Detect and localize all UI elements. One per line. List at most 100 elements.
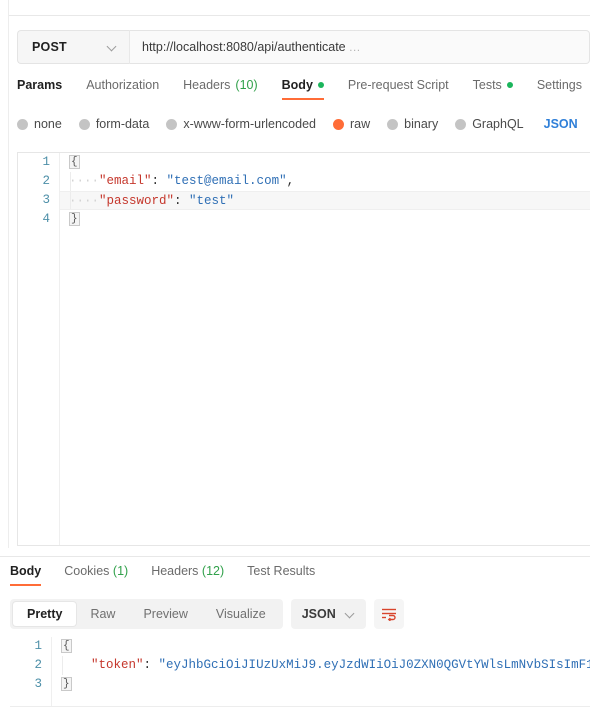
response-tab-cookies[interactable]: Cookies (1) (64, 564, 128, 586)
code-line: { (52, 637, 590, 656)
line-number: 1 (34, 639, 42, 653)
json-value-token: "eyJhbGciOiJIUzUxMiJ9.eyJzdWIiOiJ0ZXN0QG… (158, 658, 590, 672)
json-key: "token" (91, 658, 144, 672)
tab-headers[interactable]: Headers (10) (183, 78, 270, 100)
tab-authorization[interactable]: Authorization (86, 78, 172, 100)
indent-guide (70, 172, 71, 191)
radio-icon-binary (387, 118, 399, 130)
http-method-label: POST (32, 40, 67, 54)
json-colon: : (151, 174, 167, 188)
word-wrap-icon (381, 608, 396, 621)
line-number: 3 (42, 193, 50, 207)
response-tab-cookies-label: Cookies (64, 564, 110, 578)
line-number: 2 (42, 174, 50, 188)
response-gutter: 1 2 3 (10, 637, 52, 707)
response-format-selector[interactable]: JSON (290, 599, 366, 629)
chevron-down-icon (107, 42, 117, 52)
tab-body-label: Body (281, 78, 313, 92)
body-modified-dot-icon (317, 82, 324, 88)
radio-icon-urlencoded (166, 118, 178, 130)
http-method-selector[interactable]: POST (17, 30, 129, 64)
radio-icon-raw-selected (333, 118, 344, 130)
response-tab-body-label: Body (10, 564, 42, 578)
bottom-divider (10, 706, 590, 707)
tab-pre-request-script[interactable]: Pre-request Script (348, 78, 462, 100)
response-tab-body[interactable]: Body (10, 564, 42, 586)
radio-icon-graphql (455, 118, 467, 130)
chevron-down-icon (345, 609, 355, 619)
active-response-tab-underline (10, 584, 42, 586)
indent-dots: ···· (69, 194, 100, 208)
body-type-binary-label: binary (404, 117, 439, 131)
body-type-raw[interactable]: raw (333, 117, 370, 131)
line-number: 3 (34, 677, 42, 691)
request-body-editor[interactable]: 1 2 3 4 { ····"email": "test@email.com",… (17, 152, 590, 546)
body-type-raw-label: raw (350, 117, 371, 131)
response-body-viewer[interactable]: 1 2 3 { "token": "eyJhbGciOiJIUzUxMiJ9.e… (10, 637, 590, 707)
word-wrap-toggle[interactable] (373, 599, 404, 629)
body-type-urlencoded[interactable]: x-www-form-urlencoded (166, 117, 316, 131)
tab-headers-label: Headers (183, 78, 231, 92)
raw-format-selector[interactable]: JSON (544, 117, 578, 131)
code-line: { (60, 153, 590, 172)
tests-modified-dot-icon (506, 82, 513, 88)
tab-params[interactable]: Params (17, 78, 75, 100)
body-type-graphql-label: GraphQL (472, 117, 524, 131)
view-mode-preview[interactable]: Preview (129, 602, 201, 626)
fold-marker-close[interactable]: } (61, 677, 72, 691)
body-type-graphql[interactable]: GraphQL (455, 117, 524, 131)
url-text: http://localhost:8080/api/authenticate (142, 40, 346, 54)
tab-body[interactable]: Body (281, 78, 337, 100)
request-editor-gutter: 1 2 3 4 (18, 153, 60, 545)
active-tab-underline (281, 98, 324, 100)
body-type-none-label: none (34, 117, 62, 131)
tab-settings[interactable]: Settings (537, 78, 590, 100)
response-format-label: JSON (301, 607, 336, 621)
indent-dots: ···· (69, 174, 100, 188)
json-colon: : (174, 194, 190, 208)
radio-icon-form-data (78, 118, 90, 130)
response-toolbar: Pretty Raw Preview Visualize JSON (10, 599, 590, 629)
indent-guide (62, 656, 63, 675)
fold-marker-open[interactable]: { (69, 155, 80, 169)
response-tab-test-results[interactable]: Test Results (247, 564, 315, 586)
line-number: 4 (42, 212, 50, 226)
response-code: { "token": "eyJhbGciOiJIUzUxMiJ9.eyJzdWI… (52, 637, 590, 707)
response-view-mode-group: Pretty Raw Preview Visualize (10, 599, 283, 629)
json-value: "test" (189, 194, 235, 208)
body-type-form-data-label: form-data (95, 117, 150, 131)
body-type-binary[interactable]: binary (387, 117, 438, 131)
indent-guide (70, 192, 71, 209)
fold-marker-open[interactable]: { (61, 639, 72, 653)
code-line: } (60, 210, 590, 229)
view-mode-visualize[interactable]: Visualize (202, 602, 280, 626)
code-line: "token": "eyJhbGciOiJIUzUxMiJ9.eyJzdWIiO… (52, 656, 590, 675)
request-editor-code[interactable]: { ····"email": "test@email.com", ····"pa… (60, 153, 590, 545)
top-divider (8, 15, 590, 16)
tab-pre-request-script-label: Pre-request Script (347, 78, 449, 92)
body-type-urlencoded-label: x-www-form-urlencoded (183, 117, 316, 131)
view-mode-pretty[interactable]: Pretty (13, 602, 77, 626)
request-tabs: Params Authorization Headers (10) Body P… (17, 78, 590, 104)
response-tab-headers[interactable]: Headers (12) (151, 564, 224, 586)
url-bar: POST http://localhost:8080/api/authentic… (17, 30, 590, 64)
tab-authorization-label: Authorization (86, 78, 160, 92)
fold-marker-close[interactable]: } (69, 212, 80, 226)
json-key: "password" (99, 194, 175, 208)
body-type-none[interactable]: none (17, 117, 62, 131)
radio-icon-none (17, 118, 28, 130)
tab-tests[interactable]: Tests (473, 78, 526, 100)
code-line-active: ····"password": "test" (60, 191, 590, 210)
body-type-options: none form-data x-www-form-urlencoded raw… (17, 112, 590, 136)
line-number: 2 (34, 658, 42, 672)
panel-divider[interactable] (0, 556, 590, 557)
json-colon: : (143, 658, 159, 672)
view-mode-raw[interactable]: Raw (76, 602, 129, 626)
tab-settings-label: Settings (536, 78, 582, 92)
json-key: "email" (99, 174, 152, 188)
body-type-form-data[interactable]: form-data (78, 117, 150, 131)
code-line: ····"email": "test@email.com", (60, 172, 590, 191)
line-number: 1 (42, 155, 50, 169)
url-overflow-ellipsis: … (348, 40, 361, 54)
url-input[interactable]: http://localhost:8080/api/authenticate … (129, 30, 590, 64)
